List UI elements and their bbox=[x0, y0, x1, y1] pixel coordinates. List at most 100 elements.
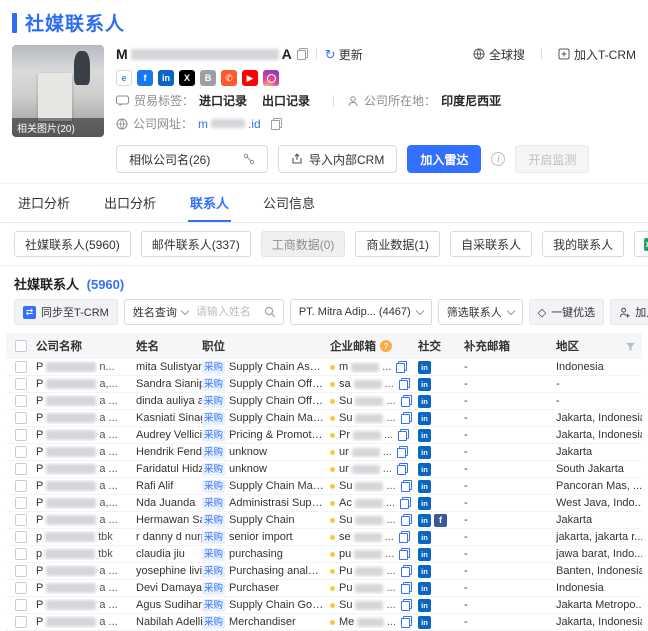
export-excel-button[interactable]: x 导出 Excel bbox=[634, 231, 648, 257]
position-text: Supply Chain Governance In... bbox=[229, 599, 324, 611]
row-checkbox[interactable] bbox=[15, 480, 27, 492]
col-region: 地区 bbox=[556, 338, 642, 354]
company-website-link[interactable]: m .id bbox=[198, 117, 261, 131]
linkedin-icon[interactable]: in bbox=[418, 462, 431, 476]
linkedin-icon[interactable]: in bbox=[418, 547, 431, 561]
instagram-icon[interactable] bbox=[263, 70, 279, 86]
similar-companies-button[interactable]: 相似公司名(26) bbox=[116, 145, 268, 173]
copy-email-icon[interactable] bbox=[400, 582, 412, 594]
contact-type-button-4[interactable]: 自采联系人 bbox=[450, 231, 533, 257]
blog-icon[interactable]: B bbox=[200, 70, 216, 86]
company-photo[interactable]: 相关图片(20) bbox=[12, 45, 104, 137]
linkedin-icon[interactable]: in bbox=[418, 479, 431, 493]
import-records-link[interactable]: 进口记录 bbox=[199, 92, 247, 109]
row-checkbox[interactable] bbox=[15, 361, 27, 373]
copy-email-icon[interactable] bbox=[400, 514, 412, 526]
x-icon[interactable]: X bbox=[179, 70, 195, 86]
contact-type-button-3[interactable]: 商业数据(1) bbox=[355, 231, 441, 257]
row-checkbox[interactable] bbox=[15, 497, 27, 509]
copy-email-icon[interactable] bbox=[396, 361, 408, 373]
cell-position: 采购 unknow bbox=[202, 445, 330, 459]
import-crm-button[interactable]: 导入内部CRM bbox=[278, 145, 398, 173]
company-filter-select[interactable]: PT. Mitra Adip... (4467) bbox=[289, 299, 432, 325]
facebook-icon[interactable]: f bbox=[137, 70, 153, 86]
copy-email-icon[interactable] bbox=[398, 531, 410, 543]
linkedin-icon[interactable]: in bbox=[418, 377, 431, 391]
global-search-button[interactable]: 全球搜 bbox=[473, 46, 525, 63]
name-query-dropdown[interactable]: 姓名查询 bbox=[125, 304, 196, 320]
copy-email-icon[interactable] bbox=[400, 565, 412, 577]
linkedin-icon[interactable]: in bbox=[418, 445, 431, 459]
youtube-icon[interactable]: ▶ bbox=[242, 70, 258, 86]
website-icon[interactable]: e bbox=[116, 70, 132, 86]
filter-contacts-select[interactable]: 筛选联系人 bbox=[437, 299, 523, 325]
copy-email-icon[interactable] bbox=[399, 548, 411, 560]
export-records-link[interactable]: 出口记录 bbox=[262, 92, 310, 109]
one-click-optimize-button[interactable]: ◇ 一键优选 bbox=[528, 299, 605, 325]
location-value: 印度尼西亚 bbox=[441, 94, 502, 108]
facebook-icon[interactable]: f bbox=[434, 513, 447, 527]
copy-email-icon[interactable] bbox=[400, 599, 412, 611]
copy-company-name-icon[interactable] bbox=[296, 48, 308, 60]
copy-email-icon[interactable] bbox=[400, 395, 412, 407]
tab-2[interactable]: 联系人 bbox=[188, 184, 232, 222]
cell-extra-email: - bbox=[464, 395, 468, 407]
linkedin-icon[interactable]: in bbox=[418, 394, 431, 408]
copy-email-icon[interactable] bbox=[398, 429, 410, 441]
tab-1[interactable]: 出口分析 bbox=[102, 184, 158, 222]
copy-email-icon[interactable] bbox=[396, 446, 408, 458]
search-icon[interactable] bbox=[264, 306, 276, 318]
join-tcrm-button[interactable]: 加入T-CRM bbox=[558, 46, 636, 63]
row-checkbox[interactable] bbox=[15, 582, 27, 594]
row-checkbox[interactable] bbox=[15, 463, 27, 475]
contact-type-button-1[interactable]: 邮件联系人(337) bbox=[140, 231, 251, 257]
linkedin-icon[interactable]: in bbox=[418, 530, 431, 544]
linkedin-icon[interactable]: in bbox=[418, 411, 431, 425]
row-checkbox[interactable] bbox=[15, 548, 27, 560]
linkedin-icon[interactable]: in bbox=[158, 70, 174, 86]
linkedin-icon[interactable]: in bbox=[418, 360, 431, 374]
tab-0[interactable]: 进口分析 bbox=[16, 184, 72, 222]
row-checkbox[interactable] bbox=[15, 599, 27, 611]
linkedin-icon[interactable]: in bbox=[418, 428, 431, 442]
add-to-my-contacts-button[interactable]: 加入我的联系人 bbox=[610, 299, 648, 325]
copy-email-icon[interactable] bbox=[401, 616, 412, 628]
refresh-button[interactable]: ↻ 更新 bbox=[325, 46, 363, 63]
copy-email-icon[interactable] bbox=[400, 497, 412, 509]
tab-3[interactable]: 公司信息 bbox=[261, 184, 317, 222]
contact-type-button-2[interactable]: 工商数据(0) bbox=[260, 231, 346, 257]
row-checkbox[interactable] bbox=[15, 565, 27, 577]
photo-count-badge: 相关图片(20) bbox=[12, 118, 104, 137]
linkedin-icon[interactable]: in bbox=[418, 496, 431, 510]
name-search-input[interactable] bbox=[195, 306, 262, 318]
row-checkbox[interactable] bbox=[15, 378, 27, 390]
cell-email: Pu... bbox=[330, 582, 418, 594]
linkedin-icon[interactable]: in bbox=[418, 564, 431, 578]
sync-tcrm-button[interactable]: ⇄ 同步至T-CRM bbox=[14, 299, 118, 325]
copy-email-icon[interactable] bbox=[400, 412, 412, 424]
row-checkbox[interactable] bbox=[15, 395, 27, 407]
join-radar-button[interactable]: 加入雷达 bbox=[407, 145, 482, 173]
select-all-checkbox[interactable] bbox=[15, 340, 27, 352]
copy-email-icon[interactable] bbox=[400, 480, 412, 492]
email-help-icon[interactable]: ? bbox=[380, 340, 392, 352]
phone-icon[interactable]: ✆ bbox=[221, 70, 237, 86]
copy-website-icon[interactable] bbox=[270, 117, 282, 130]
filter-funnel-icon[interactable] bbox=[625, 341, 636, 352]
copy-email-icon[interactable] bbox=[396, 463, 408, 475]
row-checkbox[interactable] bbox=[15, 446, 27, 458]
row-checkbox[interactable] bbox=[15, 616, 27, 628]
linkedin-icon[interactable]: in bbox=[418, 513, 431, 527]
start-monitor-button[interactable]: 开启监测 bbox=[515, 145, 590, 173]
row-checkbox[interactable] bbox=[15, 514, 27, 526]
monitor-info-icon[interactable]: i bbox=[491, 152, 506, 166]
row-checkbox[interactable] bbox=[15, 412, 27, 424]
linkedin-icon[interactable]: in bbox=[418, 615, 431, 629]
row-checkbox[interactable] bbox=[15, 531, 27, 543]
contact-type-button-5[interactable]: 我的联系人 bbox=[542, 231, 625, 257]
row-checkbox[interactable] bbox=[15, 429, 27, 441]
copy-email-icon[interactable] bbox=[398, 378, 410, 390]
contact-type-button-0[interactable]: 社媒联系人(5960) bbox=[14, 231, 131, 257]
linkedin-icon[interactable]: in bbox=[418, 581, 431, 595]
linkedin-icon[interactable]: in bbox=[418, 598, 431, 612]
